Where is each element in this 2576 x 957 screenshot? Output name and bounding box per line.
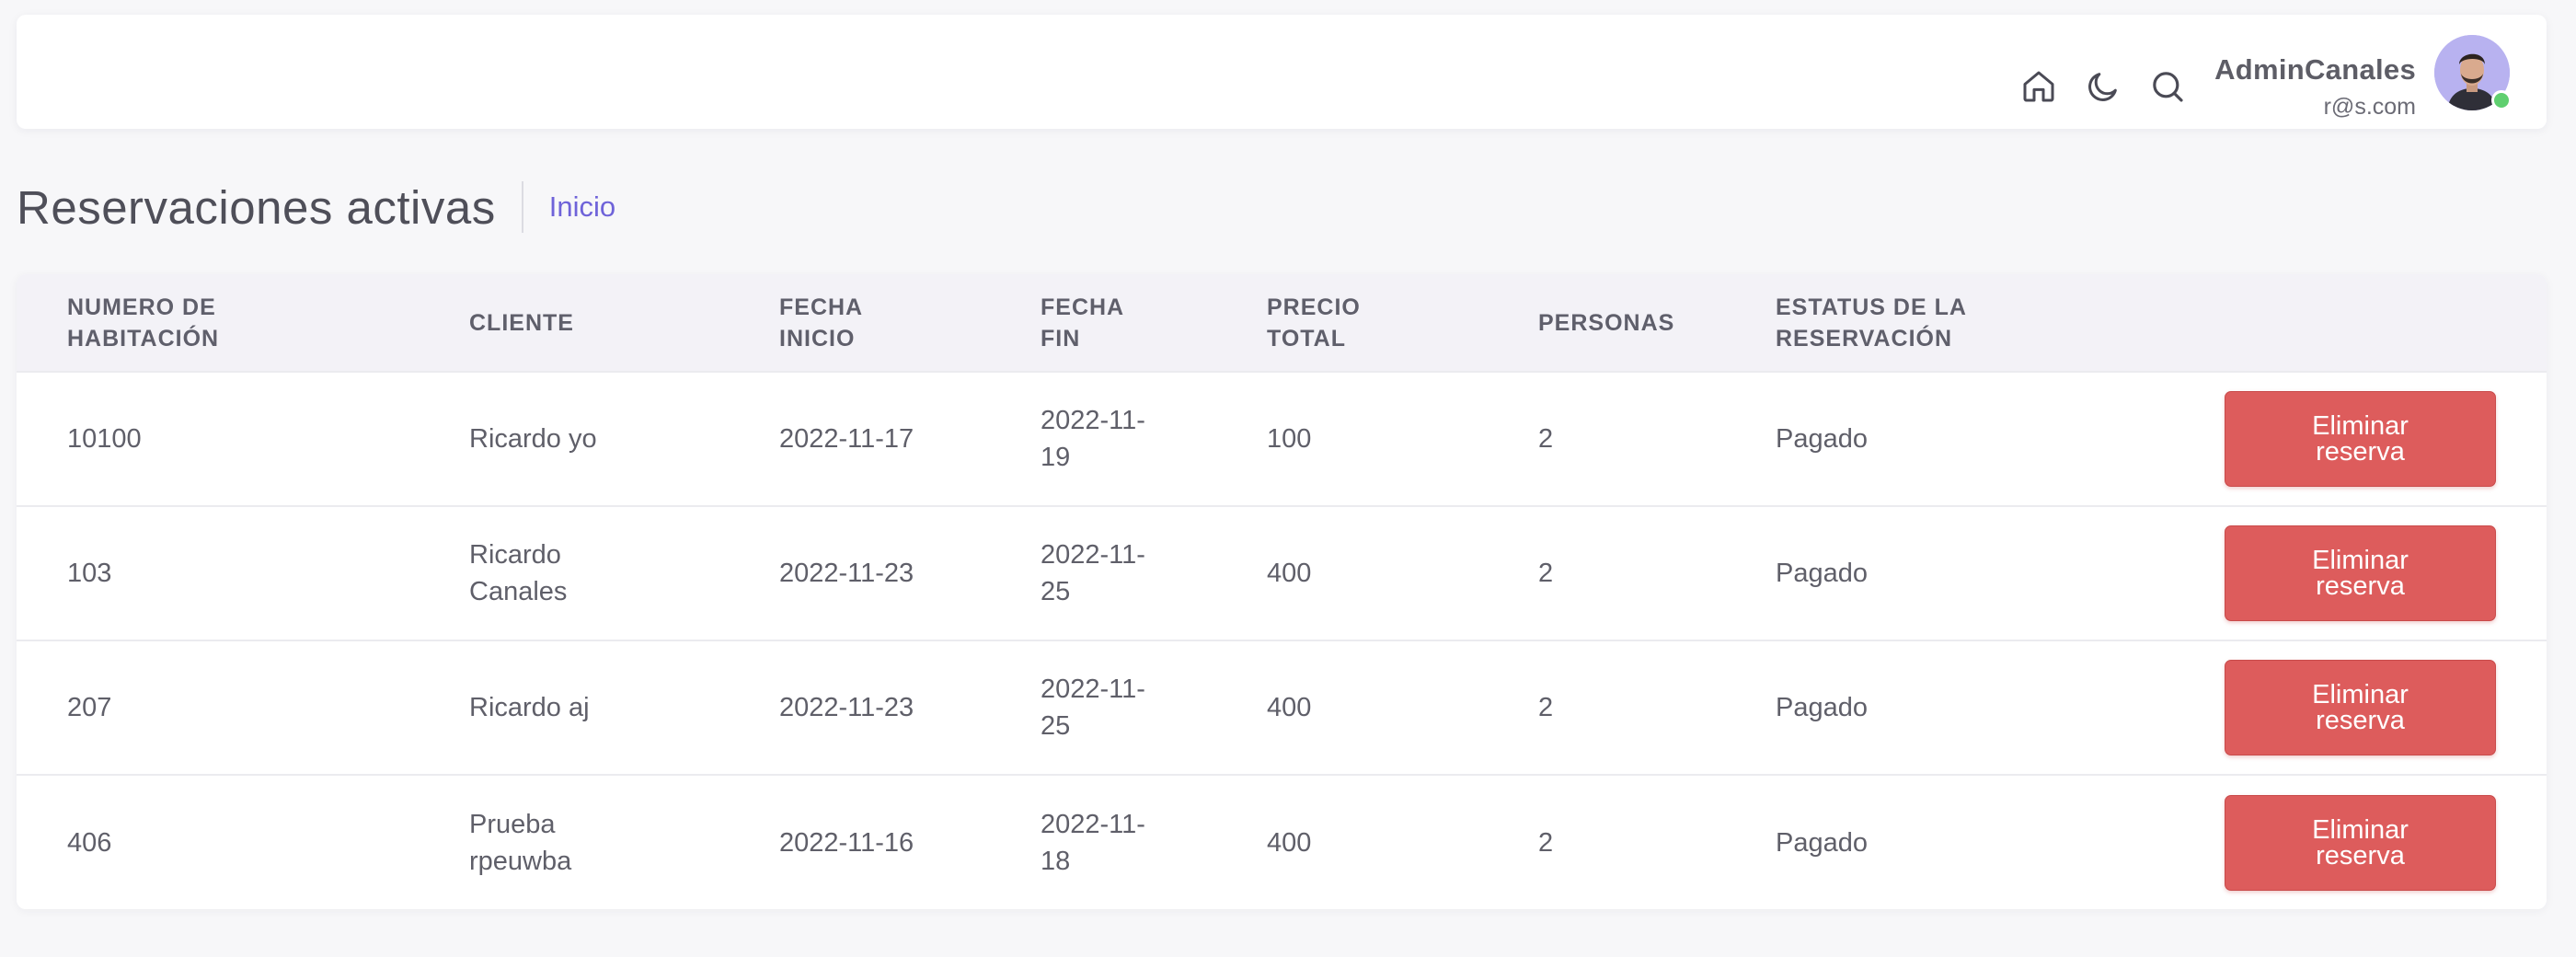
- table-row: 207 Ricardo aj 2022-11-23 2022-11-25 400…: [17, 640, 2547, 775]
- delete-reservation-button[interactable]: Eliminar reserva: [2225, 391, 2496, 487]
- cell-client: Ricardo aj: [469, 693, 590, 722]
- table-row: 406 Prueba rpeuwba 2022-11-16 2022-11-18…: [17, 775, 2547, 909]
- home-icon[interactable]: [2018, 66, 2059, 107]
- cell-price: 400: [1267, 559, 1312, 588]
- cell-start-date: 2022-11-23: [779, 693, 914, 722]
- table-header-row: NUMERO DE HABITACIÓN CLIENTE FECHA INICIO …: [17, 274, 2547, 372]
- column-header-start-date[interactable]: FECHA INICIO: [729, 274, 990, 372]
- reservations-table: NUMERO DE HABITACIÓN CLIENTE FECHA INICIO …: [17, 274, 2547, 909]
- page-header: Reservaciones activas Inicio: [17, 175, 615, 239]
- cell-room: 103: [67, 559, 112, 588]
- user-info[interactable]: AdminCanales r@s.com: [2214, 53, 2416, 121]
- cell-end-date: 2022-11-18: [1041, 809, 1145, 876]
- online-status-indicator: [2491, 90, 2512, 110]
- cell-price: 400: [1267, 827, 1312, 858]
- column-header-client[interactable]: CLIENTE: [419, 274, 729, 372]
- user-email: r@s.com: [2323, 94, 2416, 120]
- cell-action: Eliminar reserva: [2143, 506, 2547, 640]
- cell-start-date: 2022-11-17: [779, 424, 914, 454]
- cell-people: 2: [1538, 424, 1554, 454]
- cell-start-date: 2022-11-16: [779, 827, 914, 858]
- search-icon[interactable]: [2147, 66, 2188, 107]
- top-navbar: AdminCanales r@s.com: [17, 15, 2547, 129]
- moon-icon[interactable]: [2083, 66, 2123, 107]
- cell-price: 400: [1267, 693, 1312, 722]
- breadcrumb-home-link[interactable]: Inicio: [549, 190, 615, 224]
- cell-client: Prueba rpeuwba: [469, 809, 572, 876]
- column-header-total-price[interactable]: PRECIO TOTAL: [1216, 274, 1488, 372]
- cell-people: 2: [1538, 693, 1554, 722]
- table-row: 10100 Ricardo yo 2022-11-17 2022-11-19 1…: [17, 372, 2547, 506]
- cell-price: 100: [1267, 424, 1312, 454]
- column-header-end-date[interactable]: FECHA FIN: [990, 274, 1216, 372]
- cell-status: Pagado: [1776, 559, 1868, 588]
- reservations-table-card: NUMERO DE HABITACIÓN CLIENTE FECHA INICIO …: [17, 274, 2547, 909]
- cell-end-date: 2022-11-25: [1041, 540, 1145, 606]
- delete-reservation-button[interactable]: Eliminar reserva: [2225, 794, 2496, 891]
- column-header-actions: [2143, 274, 2547, 372]
- delete-reservation-button[interactable]: Eliminar reserva: [2225, 660, 2496, 755]
- column-header-room[interactable]: NUMERO DE HABITACIÓN: [17, 274, 419, 372]
- cell-status: Pagado: [1776, 424, 1868, 454]
- cell-client: Ricardo yo: [469, 424, 597, 454]
- avatar[interactable]: [2434, 35, 2512, 110]
- cell-end-date: 2022-11-25: [1041, 675, 1145, 741]
- table-row: 103 Ricardo Canales 2022-11-23 2022-11-2…: [17, 506, 2547, 640]
- cell-status: Pagado: [1776, 693, 1868, 722]
- cell-people: 2: [1538, 559, 1554, 588]
- cell-people: 2: [1538, 827, 1554, 858]
- cell-room: 10100: [67, 424, 142, 454]
- delete-reservation-button[interactable]: Eliminar reserva: [2225, 525, 2496, 621]
- cell-action: Eliminar reserva: [2143, 372, 2547, 506]
- cell-room: 207: [67, 693, 112, 722]
- cell-action: Eliminar reserva: [2143, 640, 2547, 775]
- cell-status: Pagado: [1776, 827, 1868, 858]
- header-divider: [521, 181, 523, 233]
- cell-start-date: 2022-11-23: [779, 559, 914, 588]
- cell-client: Ricardo Canales: [469, 540, 568, 606]
- user-name: AdminCanales: [2214, 53, 2416, 86]
- page-title: Reservaciones activas: [17, 180, 496, 234]
- cell-action: Eliminar reserva: [2143, 775, 2547, 909]
- column-header-status[interactable]: ESTATUS DE LA RESERVACIÓN: [1725, 274, 2143, 372]
- cell-room: 406: [67, 827, 112, 858]
- cell-end-date: 2022-11-19: [1041, 406, 1145, 472]
- column-header-people[interactable]: PERSONAS: [1488, 274, 1725, 372]
